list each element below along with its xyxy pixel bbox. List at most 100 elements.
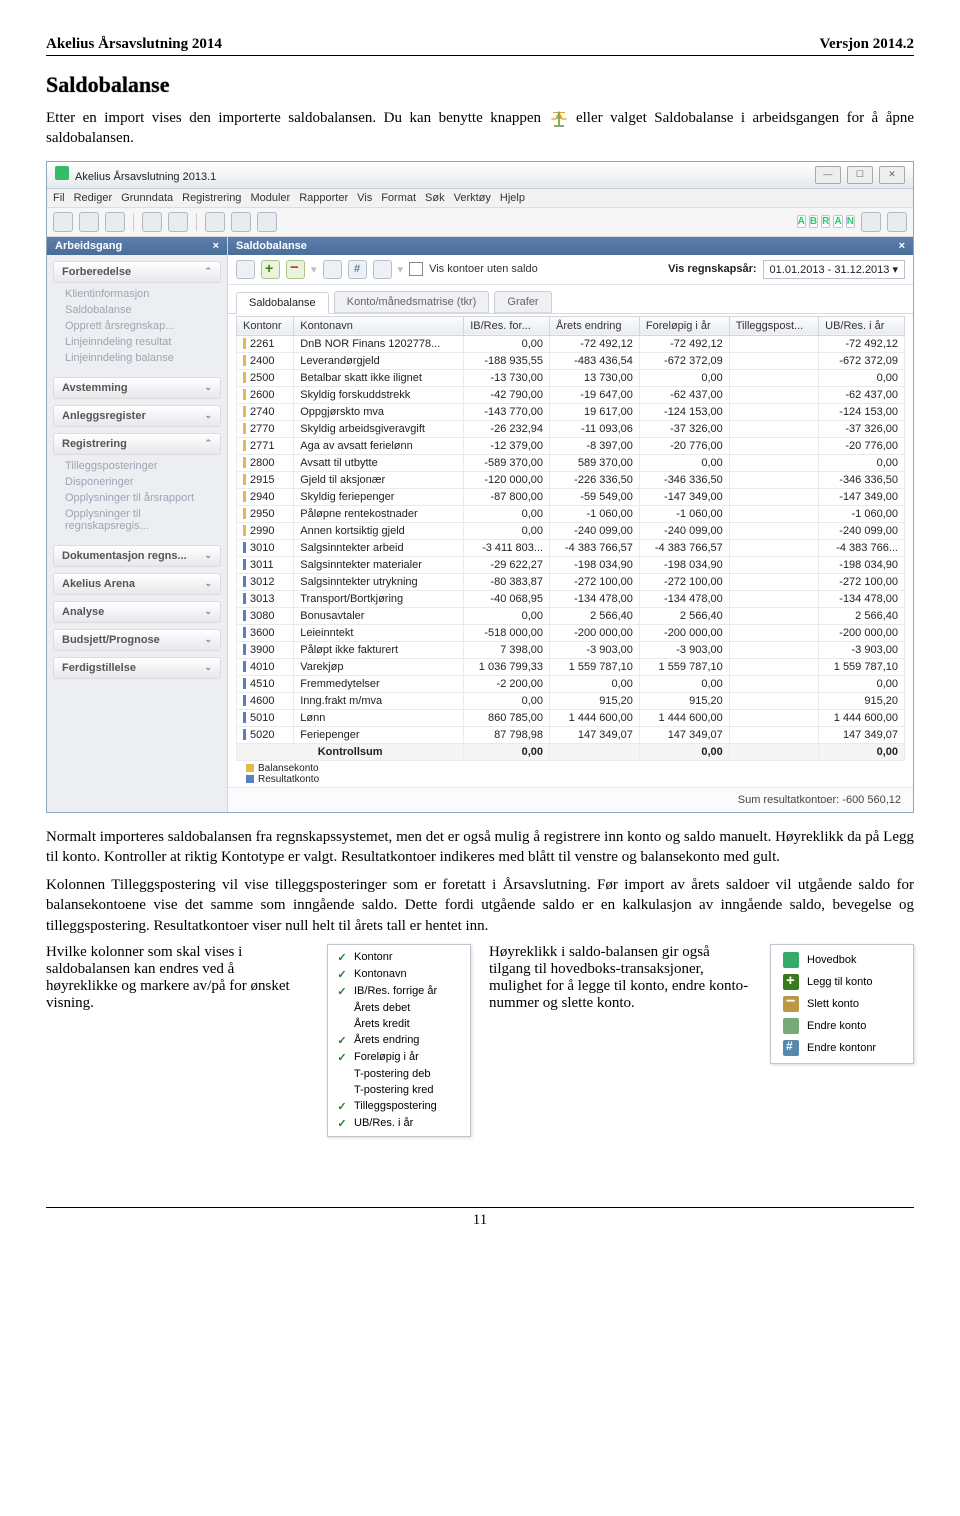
toolbar-icon[interactable] (142, 212, 162, 232)
tab-grafer[interactable]: Grafer (494, 291, 551, 313)
column-header[interactable]: Tilleggspost... (729, 316, 818, 335)
table-row[interactable]: 2950 Påløpne rentekostnader 0,00-1 060,0… (237, 505, 905, 522)
column-toggle-item[interactable]: ✓Kontonavn (334, 966, 464, 983)
tab-saldobalanse[interactable]: Saldobalanse (236, 292, 329, 314)
column-header[interactable]: IB/Res. for... (464, 316, 550, 335)
context-menu-item[interactable]: Legg til konto (777, 971, 907, 993)
table-row[interactable]: 4600 Inng.frakt m/mva 0,00915,20915,2091… (237, 692, 905, 709)
table-row[interactable]: 5010 Lønn 860 785,001 444 600,001 444 60… (237, 709, 905, 726)
sidebar-group-arena[interactable]: Akelius Arena⌄ (53, 573, 221, 595)
menu-item[interactable]: Vis (357, 192, 372, 204)
column-header[interactable]: Årets endring (550, 316, 640, 335)
menu-item[interactable]: Fil (53, 192, 65, 204)
sidebar-item[interactable]: Klientinformasjon (65, 286, 227, 302)
menu-item[interactable]: Grunndata (121, 192, 173, 204)
menu-item[interactable]: Verktøy (454, 192, 491, 204)
column-toggle-item[interactable]: ✓IB/Res. forrige år (334, 983, 464, 1000)
sidebar-group-avstemming[interactable]: Avstemming⌄ (53, 377, 221, 399)
maximize-button[interactable]: ☐ (847, 166, 873, 184)
table-row[interactable]: 2940 Skyldig feriepenger -87 800,00-59 5… (237, 488, 905, 505)
column-toggle-item[interactable]: ✓Foreløpig i år (334, 1049, 464, 1066)
sidebar-group-analyse[interactable]: Analyse⌄ (53, 601, 221, 623)
toolbar-icon[interactable] (323, 260, 342, 279)
table-row[interactable]: 2771 Aga av avsatt ferielønn -12 379,00-… (237, 437, 905, 454)
add-icon[interactable] (261, 260, 280, 279)
table-row[interactable]: 2261 DnB NOR Finans 1202778... 0,00-72 4… (237, 335, 905, 352)
column-header[interactable]: Kontonavn (294, 316, 464, 335)
table-row[interactable]: 2400 Leverandørgjeld -188 935,55-483 436… (237, 352, 905, 369)
context-menu-item[interactable]: Slett konto (777, 993, 907, 1015)
column-toggle-item[interactable]: Årets debet (334, 1000, 464, 1016)
table-row[interactable]: 2740 Oppgjørskto mva -143 770,0019 617,0… (237, 403, 905, 420)
sidebar-item[interactable]: Saldobalanse (65, 302, 227, 318)
table-row[interactable]: 2500 Betalbar skatt ikke ilignet -13 730… (237, 369, 905, 386)
menu-item[interactable]: Rapporter (299, 192, 348, 204)
sidebar-item[interactable]: Disponeringer (65, 474, 227, 490)
table-row[interactable]: 5020 Feriepenger 87 798,98147 349,07147 … (237, 726, 905, 743)
toolbar-icon[interactable] (887, 212, 907, 232)
home-icon[interactable] (236, 260, 255, 279)
column-toggle-item[interactable]: ✓Årets endring (334, 1032, 464, 1049)
show-no-saldo-checkbox[interactable] (409, 262, 423, 276)
column-toggle-item[interactable]: T-postering kred (334, 1082, 464, 1098)
sidebar-item[interactable]: Linjeinndeling balanse (65, 350, 227, 366)
toolbar-icon[interactable] (257, 212, 277, 232)
menu-item[interactable]: Søk (425, 192, 445, 204)
toolbar-letter[interactable]: A (797, 215, 806, 228)
year-selector[interactable]: 01.01.2013 - 31.12.2013 ▾ (763, 260, 905, 279)
table-row[interactable]: 3011 Salgsinntekter materialer -29 622,2… (237, 556, 905, 573)
table-row[interactable]: 3600 Leieinntekt -518 000,00-200 000,00-… (237, 624, 905, 641)
sidebar-group-forberedelse[interactable]: Forberedelse⌃ (53, 261, 221, 283)
toolbar-icon[interactable] (79, 212, 99, 232)
column-toggle-item[interactable]: ✓Tilleggspostering (334, 1098, 464, 1115)
table-row[interactable]: 2990 Annen kortsiktig gjeld 0,00-240 099… (237, 522, 905, 539)
toolbar-icon[interactable] (373, 260, 392, 279)
sidebar-group-registrering[interactable]: Registrering⌃ (53, 433, 221, 455)
menu-item[interactable]: Registrering (182, 192, 241, 204)
toolbar-letter[interactable]: A (833, 215, 842, 228)
toolbar-icon[interactable] (168, 212, 188, 232)
column-header[interactable]: Kontonr (237, 316, 294, 335)
table-row[interactable]: 3013 Transport/Bortkjøring -40 068,95-13… (237, 590, 905, 607)
toolbar-icon[interactable] (861, 212, 881, 232)
column-header[interactable]: UB/Res. i år (819, 316, 905, 335)
toolbar-icon[interactable] (205, 212, 225, 232)
toolbar-icon[interactable] (105, 212, 125, 232)
sidebar-group-ferdigstillelse[interactable]: Ferdigstillelse⌄ (53, 657, 221, 679)
panel-close-icon[interactable]: × (899, 240, 905, 252)
column-toggle-item[interactable]: Årets kredit (334, 1016, 464, 1032)
saldobalanse-grid[interactable]: KontonrKontonavnIB/Res. for...Årets endr… (236, 316, 905, 761)
toolbar-icon[interactable] (231, 212, 251, 232)
table-row[interactable]: 2800 Avsatt til utbytte -589 370,00589 3… (237, 454, 905, 471)
toolbar-icon[interactable] (53, 212, 73, 232)
table-row[interactable]: 2770 Skyldig arbeidsgiveravgift -26 232,… (237, 420, 905, 437)
column-toggle-item[interactable]: ✓Kontonr (334, 949, 464, 966)
context-menu-item[interactable]: Hovedbok (777, 949, 907, 971)
table-row[interactable]: 2915 Gjeld til aksjonær -120 000,00-226 … (237, 471, 905, 488)
menu-item[interactable]: Format (381, 192, 416, 204)
column-toggle-item[interactable]: T-postering deb (334, 1066, 464, 1082)
table-row[interactable]: 4010 Varekjøp 1 036 799,331 559 787,101 … (237, 658, 905, 675)
context-menu-item[interactable]: Endre kontonr (777, 1037, 907, 1059)
sidebar-item[interactable]: Opplysninger til årsrapport (65, 490, 227, 506)
context-menu-item[interactable]: Endre konto (777, 1015, 907, 1037)
table-row[interactable]: 3012 Salgsinntekter utrykning -80 383,87… (237, 573, 905, 590)
toolbar-letter[interactable]: R (821, 215, 830, 228)
column-header[interactable]: Foreløpig i år (639, 316, 729, 335)
sidebar-item[interactable]: Opplysninger til regnskapsregis... (65, 506, 227, 534)
table-row[interactable]: 4510 Fremmedytelser -2 200,000,000,000,0… (237, 675, 905, 692)
minimize-button[interactable]: — (815, 166, 841, 184)
table-row[interactable]: 2600 Skyldig forskuddstrekk -42 790,00-1… (237, 386, 905, 403)
menu-item[interactable]: Moduler (250, 192, 290, 204)
close-button[interactable]: ✕ (879, 166, 905, 184)
sidebar-group-budsjett[interactable]: Budsjett/Prognose⌄ (53, 629, 221, 651)
sidebar-item[interactable]: Tilleggsposteringer (65, 458, 227, 474)
column-toggle-item[interactable]: ✓UB/Res. i år (334, 1115, 464, 1132)
tab-matrise[interactable]: Konto/månedsmatrise (tkr) (334, 291, 490, 313)
table-row[interactable]: 3080 Bonusavtaler 0,002 566,402 566,402 … (237, 607, 905, 624)
toolbar-letter[interactable]: B (809, 215, 818, 228)
sidebar-group-anleggsregister[interactable]: Anleggsregister⌄ (53, 405, 221, 427)
remove-icon[interactable] (286, 260, 305, 279)
table-row[interactable]: 3010 Salgsinntekter arbeid -3 411 803...… (237, 539, 905, 556)
menu-item[interactable]: Rediger (74, 192, 113, 204)
